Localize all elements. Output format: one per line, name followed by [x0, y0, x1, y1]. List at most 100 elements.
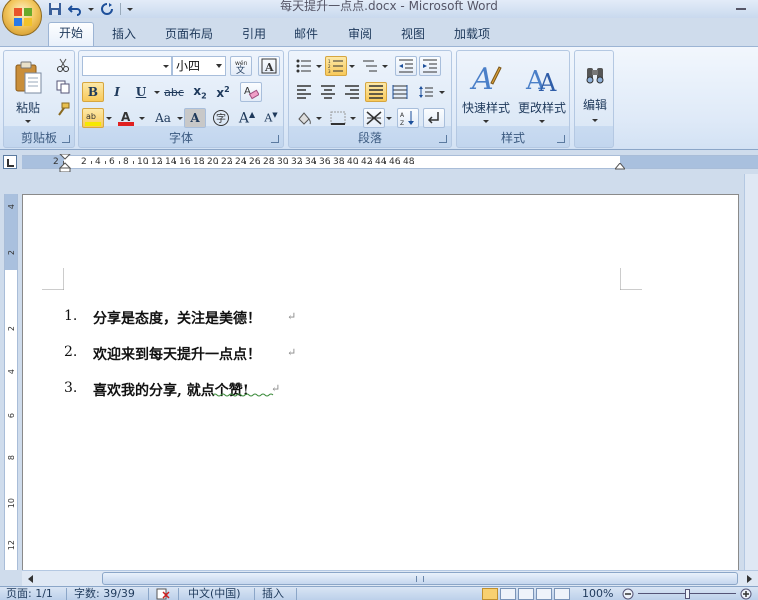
zoom-out-icon[interactable]: [622, 588, 634, 600]
undo-icon[interactable]: [68, 2, 82, 16]
borders-dropdown-icon[interactable]: [350, 117, 356, 120]
highlight-dropdown-icon[interactable]: [106, 117, 112, 120]
right-indent-marker-icon[interactable]: [615, 163, 625, 171]
format-painter-button[interactable]: [52, 99, 74, 119]
tab-insert[interactable]: 插入: [104, 24, 144, 46]
vertical-ruler[interactable]: 4 2 2 4 6 8 10 12: [4, 194, 18, 570]
font-launcher-icon[interactable]: [271, 135, 279, 143]
grow-font-button[interactable]: A▲: [236, 108, 258, 128]
zoom-slider-thumb[interactable]: [685, 589, 690, 599]
web-layout-icon[interactable]: [518, 588, 534, 600]
status-word-count[interactable]: 字数: 39/39: [74, 587, 135, 600]
bullets-dropdown-icon[interactable]: [316, 65, 322, 68]
change-case-dropdown-icon[interactable]: [177, 117, 183, 120]
tab-selector[interactable]: [3, 155, 17, 169]
character-border-button[interactable]: A: [258, 56, 280, 76]
paste-dropdown-icon[interactable]: [25, 120, 31, 123]
numbering-dropdown-icon[interactable]: [349, 65, 355, 68]
styles-launcher-icon[interactable]: [557, 135, 565, 143]
highlight-button[interactable]: ab: [82, 108, 104, 128]
scroll-left-button[interactable]: [24, 572, 38, 585]
paragraph-launcher-icon[interactable]: [439, 135, 447, 143]
font-color-button[interactable]: A: [115, 108, 137, 128]
bullets-button[interactable]: [293, 56, 315, 76]
change-case-button[interactable]: Aa: [149, 108, 177, 128]
zoom-level[interactable]: 100%: [582, 587, 613, 600]
clipboard-launcher-icon[interactable]: [62, 135, 70, 143]
subscript-button[interactable]: x2: [189, 82, 211, 102]
cut-button[interactable]: [52, 55, 74, 75]
distributed-button[interactable]: [389, 82, 411, 102]
horizontal-ruler[interactable]: 2 2 4 6 8 10 12 14 16 18 20 22 24 26 28 30 32 34 36 38 40 42 4…: [22, 154, 758, 172]
list-item[interactable]: 3. 喜欢我的分享, 就点个赞! ↵: [64, 380, 464, 404]
vertical-scrollbar[interactable]: [744, 174, 758, 570]
line-spacing-dropdown-icon[interactable]: [439, 91, 445, 94]
align-left-button[interactable]: [293, 82, 315, 102]
decrease-indent-button[interactable]: [395, 56, 417, 76]
underline-button[interactable]: U: [130, 82, 152, 102]
change-styles-button[interactable]: A A 更改样式: [515, 55, 569, 125]
underline-dropdown-icon[interactable]: [154, 91, 160, 94]
full-screen-reading-icon[interactable]: [500, 588, 516, 600]
chinese-layout-button[interactable]: [363, 108, 385, 128]
draft-view-icon[interactable]: [554, 588, 570, 600]
editing-button[interactable]: 编辑: [577, 55, 613, 125]
minimize-button[interactable]: [736, 2, 746, 10]
superscript-button[interactable]: x2: [212, 82, 234, 102]
list-item[interactable]: 1. 分享是态度，关注是美德！ ↵: [64, 308, 464, 332]
font-size-dropdown-icon[interactable]: [216, 64, 222, 68]
justify-button[interactable]: [365, 82, 387, 102]
enclose-characters-button[interactable]: 字: [210, 108, 232, 128]
indent-markers-icon[interactable]: [59, 154, 71, 172]
tab-review[interactable]: 审阅: [340, 24, 380, 46]
font-color-dropdown-icon[interactable]: [139, 117, 145, 120]
undo-dropdown-icon[interactable]: [88, 7, 94, 11]
print-layout-view-icon[interactable]: [482, 588, 498, 600]
status-page[interactable]: 页面: 1/1: [6, 587, 53, 600]
phonetic-guide-button[interactable]: wén 文: [230, 56, 252, 76]
clear-formatting-button[interactable]: A: [240, 82, 262, 102]
tab-page-layout[interactable]: 页面布局: [158, 24, 220, 46]
status-insert-mode[interactable]: 插入: [262, 587, 284, 600]
status-language[interactable]: 中文(中国): [188, 587, 241, 600]
shading-button[interactable]: [293, 108, 315, 128]
copy-button[interactable]: [52, 77, 74, 97]
outline-view-icon[interactable]: [536, 588, 552, 600]
tab-references[interactable]: 引用: [234, 24, 274, 46]
tab-add-ins[interactable]: 加载项: [446, 24, 498, 46]
tab-view[interactable]: 视图: [393, 24, 433, 46]
bold-button[interactable]: B: [82, 82, 104, 102]
scroll-right-button[interactable]: [742, 572, 756, 585]
font-name-dropdown-icon[interactable]: [163, 65, 169, 68]
line-spacing-button[interactable]: [415, 82, 437, 102]
quick-styles-button[interactable]: A 快速样式: [459, 55, 513, 125]
list-item[interactable]: 2. 欢迎来到每天提升一点点！ ↵: [64, 344, 464, 368]
zoom-in-icon[interactable]: [740, 588, 752, 600]
font-size-combo[interactable]: 小四: [172, 56, 226, 76]
horizontal-scrollbar[interactable]: [22, 570, 758, 586]
horizontal-scroll-thumb[interactable]: [102, 572, 738, 585]
show-hide-marks-button[interactable]: [423, 108, 445, 128]
save-icon[interactable]: [48, 2, 62, 16]
multilevel-list-button[interactable]: [359, 56, 381, 76]
editing-dropdown-icon[interactable]: [592, 119, 598, 122]
shrink-font-button[interactable]: A▼: [260, 108, 282, 128]
borders-button[interactable]: [327, 108, 349, 128]
strikethrough-button[interactable]: abc: [163, 82, 185, 102]
proofing-icon[interactable]: [156, 588, 170, 600]
italic-button[interactable]: I: [106, 82, 128, 102]
sort-button[interactable]: AZ: [397, 108, 419, 128]
change-styles-dropdown-icon[interactable]: [539, 120, 545, 123]
redo-icon[interactable]: [100, 2, 114, 16]
paste-button[interactable]: 粘贴: [8, 55, 48, 125]
tab-mailings[interactable]: 邮件: [286, 24, 326, 46]
numbering-button[interactable]: 123: [325, 56, 347, 76]
font-name-combo[interactable]: [82, 56, 172, 76]
align-center-button[interactable]: [317, 82, 339, 102]
chinese-layout-dropdown-icon[interactable]: [386, 117, 392, 120]
character-shading-button[interactable]: A: [184, 108, 206, 128]
tab-home[interactable]: 开始: [48, 22, 94, 47]
multilevel-list-dropdown-icon[interactable]: [382, 65, 388, 68]
customize-qat-icon[interactable]: [127, 7, 133, 11]
shading-dropdown-icon[interactable]: [316, 117, 322, 120]
